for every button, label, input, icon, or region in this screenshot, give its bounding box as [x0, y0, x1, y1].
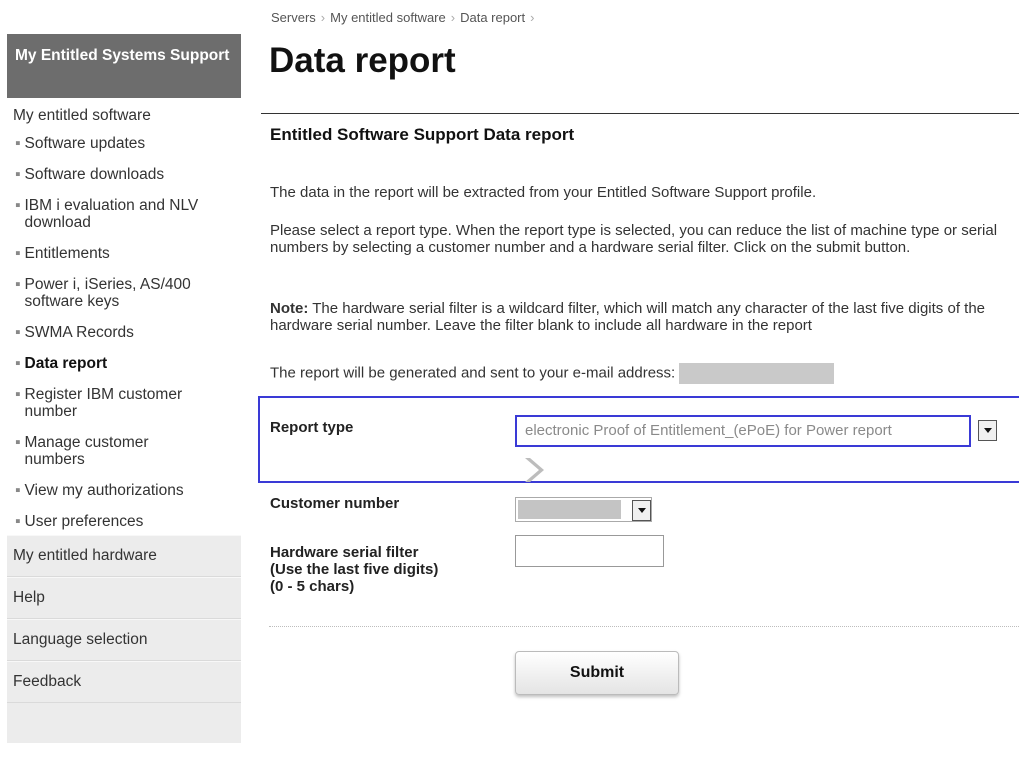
- bullet-icon: ▪: [15, 166, 21, 183]
- section-title: Entitled Software Support Data report: [270, 125, 575, 144]
- hw-filter-hint: (Use the last five digits): [270, 561, 439, 578]
- bullet-icon: ▪: [15, 482, 21, 499]
- sidebar-item-entitlements[interactable]: ▪ Entitlements: [7, 239, 241, 270]
- bullet-icon: ▪: [15, 245, 21, 262]
- sidebar-section-feedback[interactable]: Feedback: [7, 661, 241, 703]
- sidebar-item-label: Data report: [24, 355, 108, 372]
- email-address-redacted: [679, 363, 835, 384]
- bullet-icon: ▪: [15, 513, 21, 530]
- sidebar-item-label: Software downloads: [24, 166, 165, 183]
- sidebar-item-label: Register IBM customer number: [24, 386, 183, 420]
- sidebar-header[interactable]: My Entitled Systems Support: [7, 34, 241, 98]
- sidebar-item-user-preferences[interactable]: ▪ User preferences: [7, 507, 241, 535]
- hw-filter-chars: (0 - 5 chars): [270, 578, 355, 595]
- sidebar-item-label: Manage customer numbers: [24, 434, 149, 468]
- chevron-right-icon: [525, 458, 544, 482]
- bullet-icon: ▪: [15, 135, 21, 152]
- note-body: The hardware serial filter is a wildcard…: [270, 300, 986, 334]
- customer-number-dropdown-arrow-icon[interactable]: [632, 500, 651, 521]
- sidebar-item-label: Entitlements: [24, 245, 110, 262]
- sidebar-section-language-selection[interactable]: Language selection: [7, 619, 241, 661]
- hw-filter-title: Hardware serial filter: [270, 544, 419, 561]
- sidebar-item-software-updates[interactable]: ▪ Software updates: [7, 129, 241, 160]
- sidebar-item-swma-records[interactable]: ▪ SWMA Records: [7, 318, 241, 349]
- sidebar-item-view-authorizations[interactable]: ▪ View my authorizations: [7, 476, 241, 507]
- breadcrumb-data-report[interactable]: Data report: [460, 10, 525, 25]
- breadcrumb-my-entitled-software[interactable]: My entitled software: [330, 10, 446, 25]
- page-title: Data report: [269, 41, 456, 80]
- email-label: The report will be generated and sent to…: [270, 364, 676, 382]
- chevron-right-icon: ›: [450, 10, 456, 25]
- instructions-text: Please select a report type. When the re…: [270, 222, 998, 256]
- sidebar-section-my-entitled-software[interactable]: My entitled software: [7, 98, 241, 129]
- sidebar-item-register-customer-number[interactable]: ▪ Register IBM customer number: [7, 380, 241, 428]
- chevron-right-icon: ›: [320, 10, 326, 25]
- customer-number-redacted: [518, 500, 621, 519]
- sidebar-section-help[interactable]: Help: [7, 577, 241, 619]
- sidebar-item-ibm-i-evaluation[interactable]: ▪ IBM i evaluation and NLV download: [7, 191, 241, 239]
- hardware-serial-filter-label: Hardware serial filter (Use the last fiv…: [270, 544, 438, 595]
- sidebar-item-label: View my authorizations: [24, 482, 184, 499]
- sidebar-item-label: Power i, iSeries, AS/400 software keys: [24, 276, 191, 310]
- customer-number-label: Customer number: [270, 495, 400, 512]
- sidebar-item-manage-customer-numbers[interactable]: ▪ Manage customer numbers: [7, 428, 241, 476]
- sidebar-item-label: User preferences: [24, 513, 144, 530]
- bullet-icon: ▪: [15, 276, 21, 293]
- intro-text: The data in the report will be extracted…: [270, 184, 817, 201]
- sidebar-item-software-keys[interactable]: ▪ Power i, iSeries, AS/400 software keys: [7, 270, 241, 318]
- sidebar-item-label: IBM i evaluation and NLV download: [24, 197, 199, 231]
- sidebar: My Entitled Systems Support My entitled …: [7, 34, 241, 743]
- sidebar-footer: [7, 703, 241, 743]
- note-text: Note: The hardware serial filter is a wi…: [270, 300, 1010, 334]
- hardware-serial-filter-input[interactable]: [515, 535, 664, 567]
- note-label: Note:: [270, 300, 309, 317]
- bullet-icon: ▪: [15, 386, 21, 403]
- bullet-icon: ▪: [15, 197, 21, 214]
- breadcrumb: Servers › My entitled software › Data report…: [271, 10, 539, 25]
- report-type-dropdown-arrow-icon[interactable]: [978, 420, 997, 441]
- breadcrumb-servers[interactable]: Servers: [271, 10, 316, 25]
- sidebar-item-software-downloads[interactable]: ▪ Software downloads: [7, 160, 241, 191]
- bullet-icon: ▪: [15, 355, 21, 372]
- report-type-select[interactable]: electronic Proof of Entitlement_(ePoE) f…: [515, 415, 971, 447]
- sidebar-item-label: SWMA Records: [24, 324, 134, 341]
- email-text: The report will be generated and sent to…: [270, 363, 1010, 384]
- sidebar-item-label: Software updates: [24, 135, 146, 152]
- form-divider: [269, 626, 1019, 627]
- sidebar-section-my-entitled-hardware[interactable]: My entitled hardware: [7, 535, 241, 577]
- sidebar-item-data-report[interactable]: ▪ Data report: [7, 349, 241, 380]
- report-type-label: Report type: [270, 419, 354, 436]
- submit-button[interactable]: Submit: [515, 651, 679, 695]
- bullet-icon: ▪: [15, 434, 21, 451]
- bullet-icon: ▪: [15, 324, 21, 341]
- title-divider: [261, 113, 1019, 114]
- chevron-right-icon: ›: [530, 10, 535, 25]
